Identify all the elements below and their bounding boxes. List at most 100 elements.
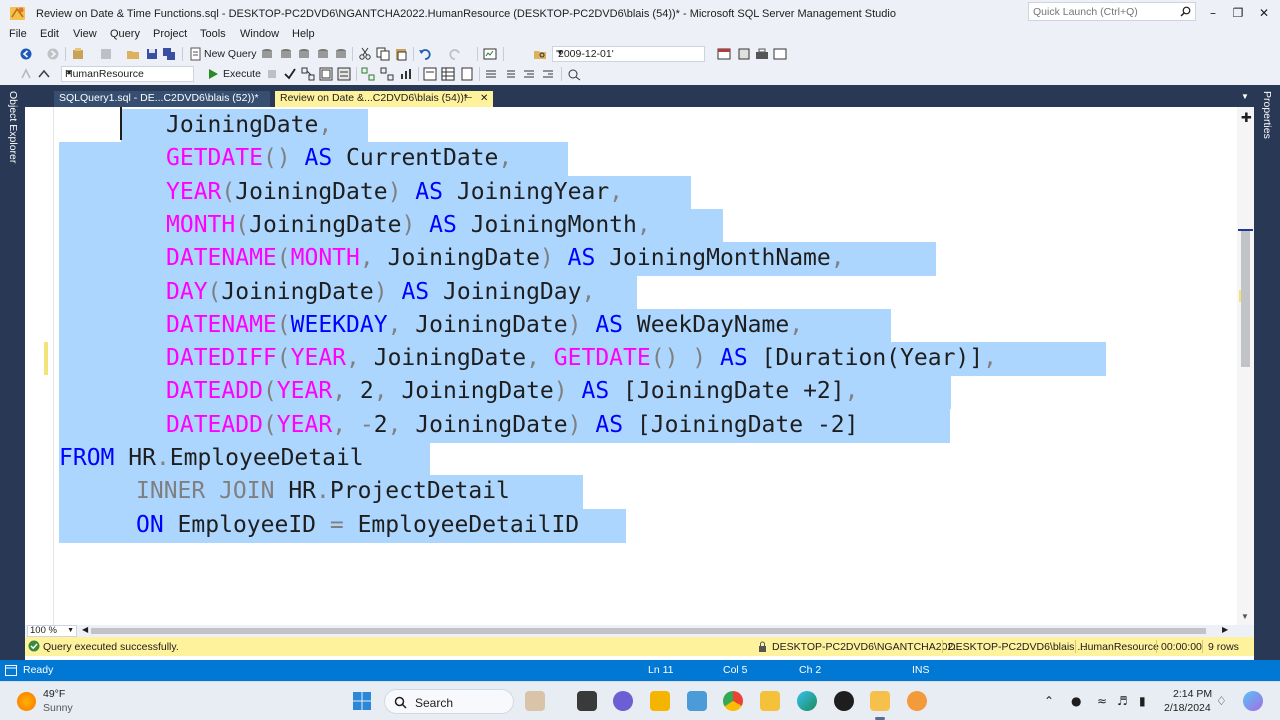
dax-query-icon[interactable] <box>334 47 348 61</box>
sun-icon[interactable] <box>17 692 36 711</box>
activity-monitor-icon[interactable] <box>483 47 497 61</box>
menu-project[interactable]: Project <box>153 28 187 40</box>
execute-button[interactable]: Execute <box>223 68 261 80</box>
solution-explorer-icon[interactable] <box>773 47 787 61</box>
specify-template-values-icon[interactable] <box>567 67 581 81</box>
chevron-down-icon[interactable]: ▼ <box>556 48 701 57</box>
people-app-icon[interactable] <box>525 691 545 711</box>
new-project-icon[interactable] <box>71 47 85 61</box>
code-line[interactable]: DATENAME(MONTH, JoiningDate) AS JoiningM… <box>166 242 845 275</box>
ssms-taskbar-icon[interactable] <box>870 691 890 711</box>
parse-icon[interactable] <box>283 67 297 81</box>
toolbox-icon[interactable] <box>755 47 769 61</box>
minimize-icon[interactable]: – <box>1205 5 1221 21</box>
chrome-icon[interactable] <box>723 691 743 711</box>
clock-date[interactable]: 2/18/2024 <box>1164 702 1211 714</box>
chevron-down-icon[interactable]: ▼ <box>65 68 190 77</box>
paste-icon[interactable] <box>394 47 408 61</box>
scroll-down-icon[interactable]: ▼ <box>1241 612 1249 621</box>
save-all-icon[interactable] <box>162 47 176 61</box>
teams-chat-icon[interactable] <box>613 691 633 711</box>
task-view-icon[interactable] <box>577 691 597 711</box>
wifi-icon[interactable]: ≈ <box>1097 694 1107 708</box>
dmx-query-icon[interactable] <box>297 47 311 61</box>
horizontal-scrollbar-thumb[interactable] <box>91 628 1206 634</box>
live-query-statistics-icon[interactable] <box>380 67 394 81</box>
cancel-query-icon[interactable] <box>265 67 279 81</box>
microphone-icon[interactable]: ● <box>1071 694 1081 708</box>
client-statistics-icon[interactable] <box>399 67 413 81</box>
code-line[interactable]: DATEADD(YEAR, -2, JoiningDate) AS [Joini… <box>166 409 858 442</box>
menu-file[interactable]: File <box>9 28 27 40</box>
database-engine-query-icon[interactable] <box>260 47 274 61</box>
uncomment-lines-icon[interactable] <box>503 67 517 81</box>
quick-launch-box[interactable] <box>1028 2 1196 21</box>
close-tab-icon[interactable]: ✕ <box>480 91 488 106</box>
decrease-indent-icon[interactable] <box>522 67 536 81</box>
save-icon[interactable] <box>145 47 159 61</box>
new-query-icon[interactable] <box>188 47 202 61</box>
results-to-file-icon[interactable] <box>460 67 474 81</box>
tab-sqlquery1[interactable]: SQLQuery1.sql - DE...C2DVD6\blais (52))* <box>54 91 270 107</box>
redo-icon[interactable] <box>448 47 462 61</box>
forward-icon[interactable] <box>46 47 60 61</box>
include-actual-plan-icon[interactable] <box>361 67 375 81</box>
results-to-text-icon[interactable] <box>423 67 437 81</box>
code-line[interactable]: INNER JOIN HR.ProjectDetail <box>136 475 510 508</box>
menu-query[interactable]: Query <box>110 28 140 40</box>
find-in-files-icon[interactable] <box>533 47 547 61</box>
quick-launch-input[interactable] <box>1029 3 1169 20</box>
results-to-grid-icon[interactable] <box>441 67 455 81</box>
code-line[interactable]: FROM HR.EmployeeDetail <box>59 442 364 475</box>
code-line[interactable]: MONTH(JoiningDate) AS JoiningMonth, <box>166 209 651 242</box>
intellisense-icon[interactable] <box>337 67 351 81</box>
object-explorer-tab[interactable]: Object Explorer <box>7 91 19 163</box>
comment-lines-icon[interactable] <box>484 67 498 81</box>
zoom-combo[interactable]: 100 % ▼ <box>27 625 77 637</box>
connect-icon[interactable] <box>19 67 33 81</box>
scroll-right-icon[interactable]: ▶ <box>1222 625 1228 634</box>
code-line[interactable]: YEAR(JoiningDate) AS JoiningYear, <box>166 176 623 209</box>
taskbar-search[interactable]: Search <box>384 689 514 714</box>
find-combo[interactable]: '2009-12-01' ▼ <box>552 46 705 62</box>
notification-bell-icon[interactable]: ♢ <box>1216 694 1227 708</box>
increase-indent-icon[interactable] <box>541 67 555 81</box>
close-icon[interactable]: ✕ <box>1256 5 1272 21</box>
vertical-scrollbar-thumb[interactable] <box>1241 230 1250 367</box>
restore-icon[interactable]: ❐ <box>1230 5 1246 21</box>
code-line[interactable]: DATENAME(WEEKDAY, JoiningDate) AS WeekDa… <box>166 309 803 342</box>
chevron-down-icon[interactable]: ▼ <box>67 626 74 636</box>
tab-list-dropdown-icon[interactable]: ▼ <box>1241 92 1249 101</box>
battery-icon[interactable]: ▮ <box>1139 694 1146 708</box>
edge-icon[interactable] <box>797 691 817 711</box>
widgets-icon[interactable] <box>650 691 670 711</box>
windows-start-icon[interactable] <box>352 691 372 711</box>
copilot-icon[interactable] <box>1243 691 1263 711</box>
media-player-icon[interactable] <box>834 691 854 711</box>
pin-icon[interactable]: ⊢ <box>464 91 473 106</box>
app-icon[interactable] <box>907 691 927 711</box>
new-query-button[interactable]: New Query <box>204 48 257 60</box>
volume-icon[interactable]: ♬ <box>1117 694 1128 708</box>
menu-view[interactable]: View <box>73 28 97 40</box>
open-file-icon[interactable] <box>126 47 140 61</box>
code-line[interactable]: DATEDIFF(YEAR, JoiningDate, GETDATE() ) … <box>166 342 997 375</box>
properties-window-icon[interactable] <box>717 47 731 61</box>
snipping-icon[interactable] <box>687 691 707 711</box>
temperature[interactable]: 49°F <box>43 688 65 700</box>
search-icon[interactable] <box>1180 6 1191 17</box>
weather-condition[interactable]: Sunny <box>43 702 73 714</box>
menu-help[interactable]: Help <box>292 28 315 40</box>
change-connection-icon[interactable] <box>37 67 51 81</box>
properties-tab[interactable]: Properties <box>1261 91 1273 139</box>
cut-icon[interactable] <box>358 47 372 61</box>
clock-time[interactable]: 2:14 PM <box>1173 688 1212 700</box>
code-line[interactable]: JoiningDate, <box>166 109 332 142</box>
split-window-icon[interactable]: ✚ <box>1241 111 1252 126</box>
tab-review-date-time[interactable]: Review on Date &...C2DVD6\blais (54))* ⊢… <box>275 91 493 107</box>
available-databases-combo[interactable]: HumanResource ▼ <box>61 66 194 82</box>
code-line[interactable]: DATEADD(YEAR, 2, JoiningDate) AS [Joinin… <box>166 375 858 408</box>
file-explorer-icon[interactable] <box>760 691 780 711</box>
query-options-icon[interactable] <box>319 67 333 81</box>
code-line[interactable]: ON EmployeeID = EmployeeDetailID <box>136 509 579 542</box>
